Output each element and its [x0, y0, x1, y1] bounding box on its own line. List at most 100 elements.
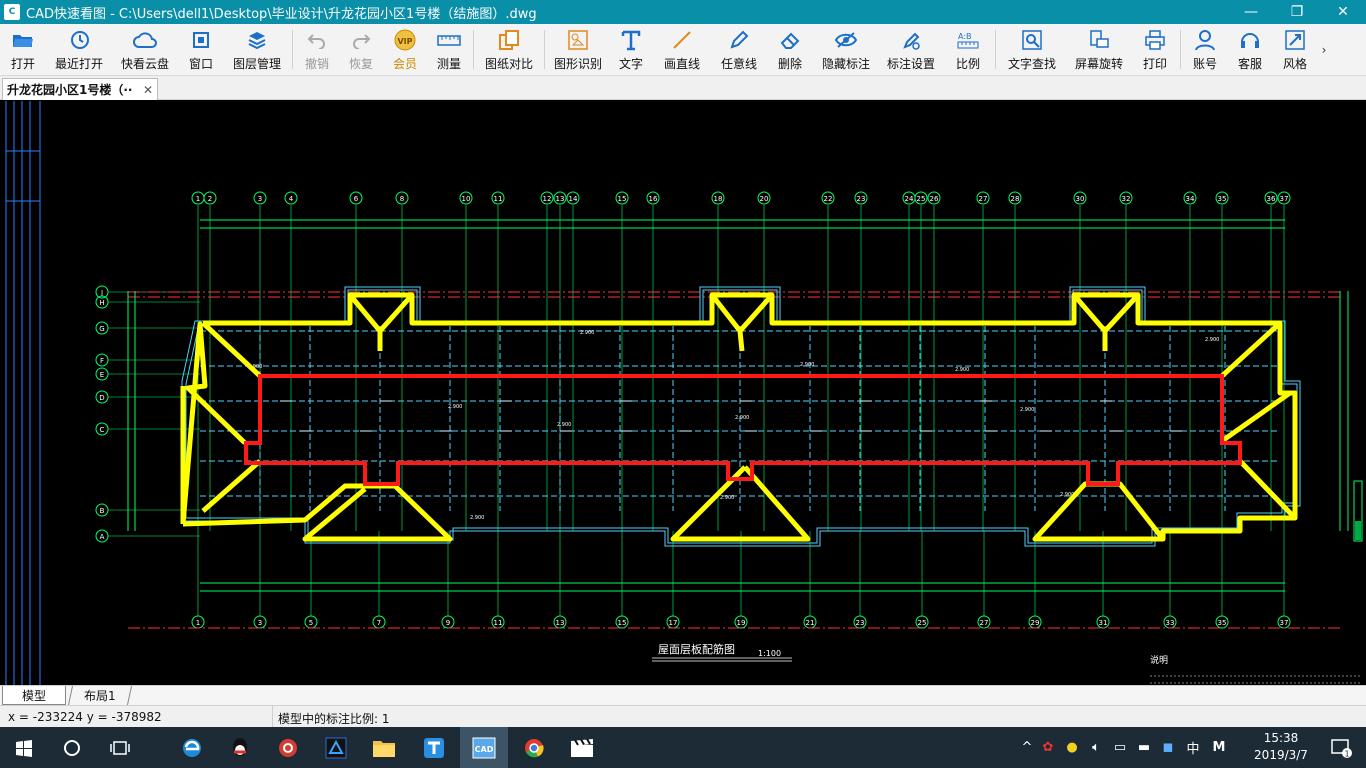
- grid-label: 1: [196, 619, 200, 627]
- vip-icon: VIP: [393, 28, 417, 52]
- print-button[interactable]: 打印: [1132, 24, 1178, 75]
- grid-label: 27: [979, 195, 988, 203]
- grid-label: E: [100, 371, 104, 379]
- edge-icon[interactable]: [168, 727, 216, 768]
- printer-icon: [1143, 28, 1167, 52]
- recent-open-button[interactable]: 最近打开: [46, 24, 112, 75]
- annotation-settings-icon: [899, 28, 923, 52]
- grid-label: 29: [1031, 619, 1040, 627]
- keyboard-icon[interactable]: ▬: [1132, 740, 1156, 755]
- grid-label: H: [99, 299, 104, 307]
- freehand-line-button[interactable]: 任意线: [711, 24, 767, 75]
- drawing-compare-button[interactable]: 图纸对比: [476, 24, 542, 75]
- measure-button[interactable]: 测量: [427, 24, 471, 75]
- delete-button[interactable]: 删除: [767, 24, 813, 75]
- cad-viewer-icon[interactable]: CAD: [460, 727, 508, 768]
- file-explorer-icon[interactable]: [360, 727, 408, 768]
- text-search-button[interactable]: 文字查找: [998, 24, 1066, 75]
- window-button[interactable]: 窗口: [178, 24, 224, 75]
- title-bar: C CAD快速看图 - C:\Users\dell1\Desktop\毕业设计\…: [0, 0, 1366, 24]
- grid-label: 14: [569, 195, 578, 203]
- account-button[interactable]: 账号: [1183, 24, 1227, 75]
- text-button[interactable]: 文字: [609, 24, 653, 75]
- hide-annotation-button[interactable]: 隐藏标注: [813, 24, 879, 75]
- volume-icon[interactable]: 🔈︎: [1084, 740, 1108, 755]
- status-bar: x = -233224 y = -378982 模型中的标注比例: 1: [0, 705, 1366, 728]
- video-editor-icon[interactable]: [558, 727, 606, 768]
- grid-label: 23: [856, 619, 865, 627]
- chrome-icon[interactable]: [510, 727, 558, 768]
- annotation-settings-button[interactable]: 标注设置: [879, 24, 943, 75]
- tray-app-yellow-icon[interactable]: ●: [1060, 740, 1084, 755]
- document-tab[interactable]: 升龙花园小区1号楼（·· ✕: [2, 78, 158, 100]
- cortana-icon[interactable]: [48, 727, 96, 768]
- shape-recognize-button[interactable]: 图形识别: [547, 24, 609, 75]
- grid-label: 25: [918, 619, 927, 627]
- scale-button[interactable]: A:B 比例: [943, 24, 993, 75]
- redo-button[interactable]: 恢复: [339, 24, 383, 75]
- system-tray: ^ ✿ ● 🔈︎ ▭ ▬ ◼ 中 M: [1018, 727, 1232, 768]
- user-icon: [1193, 28, 1217, 52]
- grid-label: 7: [377, 619, 381, 627]
- system-clock[interactable]: 15:38 2019/3/7: [1244, 730, 1318, 764]
- notification-icon[interactable]: 1: [1318, 727, 1366, 768]
- cursor-coordinates: x = -233224 y = -378982: [8, 710, 162, 724]
- chevron-up-icon[interactable]: ^: [1018, 740, 1036, 755]
- grid-label: F: [100, 357, 104, 365]
- app-icon[interactable]: [312, 727, 360, 768]
- tab-model[interactable]: 模型: [2, 686, 66, 705]
- tray-app-red-icon[interactable]: ✿: [1036, 740, 1060, 755]
- windows-start-icon[interactable]: [0, 727, 48, 768]
- cad-viewer-app: C CAD快速看图 - C:\Users\dell1\Desktop\毕业设计\…: [0, 0, 1366, 768]
- style-button[interactable]: 风格: [1273, 24, 1317, 75]
- notes-heading: 说明: [1150, 654, 1168, 666]
- t-app-icon[interactable]: [410, 727, 458, 768]
- grid-label: G: [99, 325, 104, 333]
- svg-text:2.900: 2.900: [557, 422, 571, 428]
- toolbar-more-button[interactable]: ›: [1317, 24, 1331, 75]
- plan-scale: 1:100: [758, 649, 781, 658]
- netease-music-icon[interactable]: [264, 727, 312, 768]
- network-icon[interactable]: ▭: [1108, 740, 1132, 755]
- tab-layout1[interactable]: 布局1: [67, 686, 133, 705]
- cad-drawing: 1 2 3 4 6 8 10 11 12 13 14 15 16 18 20 22 23 24 25 26 27 28 30…: [5, 101, 1363, 685]
- grid-label: 37: [1280, 195, 1289, 203]
- undo-button[interactable]: 撤销: [295, 24, 339, 75]
- grid-label: 4: [289, 195, 294, 203]
- maximize-button[interactable]: ❐: [1274, 0, 1320, 24]
- qq-icon[interactable]: [216, 727, 264, 768]
- document-tab-strip: 升龙花园小区1号楼（·· ✕: [0, 76, 1366, 100]
- compare-icon: [497, 28, 521, 52]
- grid-label: 5: [309, 619, 313, 627]
- drawing-canvas[interactable]: 1 2 3 4 6 8 10 11 12 13 14 15 16 18 20 22 23 24 25 26 27 28 30…: [0, 101, 1366, 685]
- window-icon: [189, 28, 213, 52]
- layer-manager-button[interactable]: 图层管理: [224, 24, 290, 75]
- rotate-screen-button[interactable]: 屏幕旋转: [1066, 24, 1132, 75]
- ime-mode-indicator[interactable]: M: [1206, 740, 1232, 755]
- grid-label: 30: [1076, 195, 1085, 203]
- left-title-block: [5, 101, 41, 685]
- toolbar-separator: [544, 30, 545, 69]
- grid-axis-top: 1 2 3 4 6 8 10 11 12 13 14 15 16 18 20 22 23 24 25 26 27 28 30…: [191, 191, 1291, 205]
- ime-indicator[interactable]: 中: [1180, 738, 1206, 757]
- layout-tabs: 模型 布局1: [0, 685, 1366, 705]
- cloud-disk-button[interactable]: 快看云盘: [112, 24, 178, 75]
- close-button[interactable]: ✕: [1320, 0, 1366, 24]
- tab-close-icon[interactable]: ✕: [143, 83, 157, 97]
- eraser-icon: [778, 28, 802, 52]
- grid-label: 22: [824, 195, 833, 203]
- open-button[interactable]: 打开: [0, 24, 46, 75]
- grid-label: C: [100, 426, 105, 434]
- clock-time: 15:38: [1263, 731, 1299, 745]
- svg-text:CAD: CAD: [475, 745, 494, 754]
- draw-line-button[interactable]: 画直线: [653, 24, 711, 75]
- vip-button[interactable]: VIP 会员: [383, 24, 427, 75]
- security-icon[interactable]: ◼: [1156, 740, 1180, 755]
- shape-recognize-icon: [566, 28, 590, 52]
- customer-service-button[interactable]: 客服: [1227, 24, 1273, 75]
- grid-label: 24: [905, 195, 914, 203]
- app-logo-icon: C: [4, 4, 20, 20]
- minimize-button[interactable]: —: [1228, 0, 1274, 24]
- task-view-icon[interactable]: [96, 727, 144, 768]
- eye-hide-icon: [834, 28, 858, 52]
